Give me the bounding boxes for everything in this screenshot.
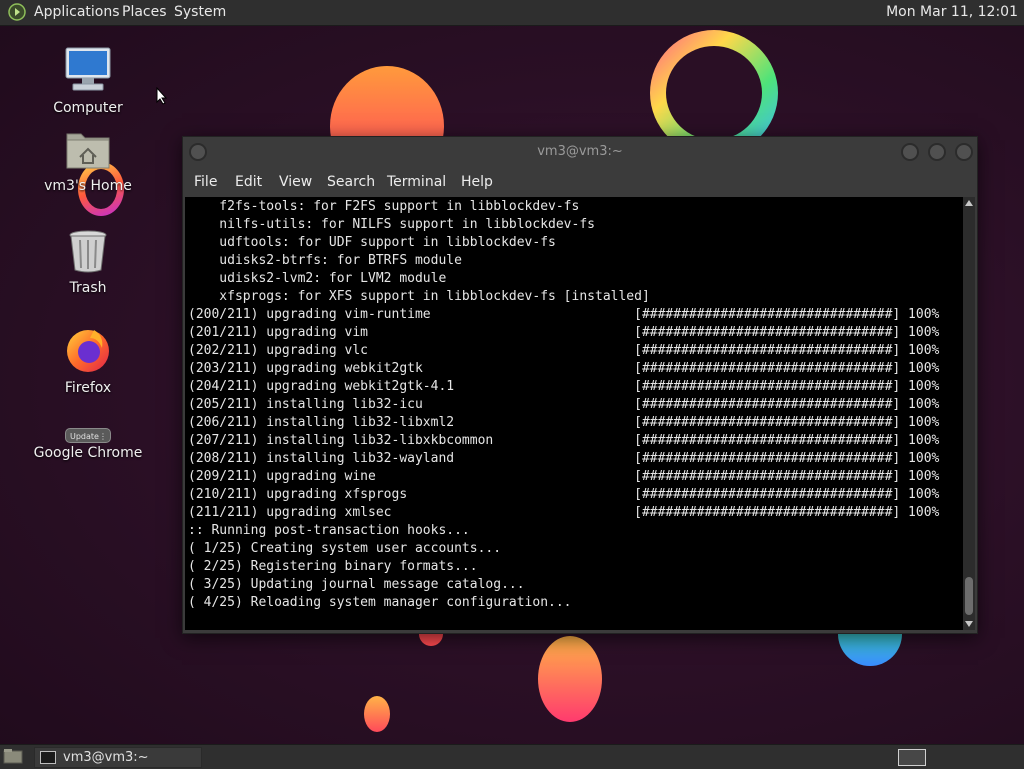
- more-vert-icon: ⋮: [99, 432, 107, 441]
- wallpaper-orange-egg: [538, 636, 602, 722]
- menu-places[interactable]: Places: [122, 4, 167, 20]
- terminal-titlebar[interactable]: vm3@vm3:~: [183, 137, 977, 167]
- scroll-down-icon[interactable]: [965, 621, 973, 627]
- terminal-window[interactable]: vm3@vm3:~ File Edit View Search Terminal…: [182, 136, 978, 634]
- bottom-panel: vm3@vm3:~: [0, 744, 1024, 769]
- menu-view[interactable]: View: [279, 174, 312, 190]
- desktop-icon-home[interactable]: vm3's Home: [33, 128, 143, 194]
- workspace-switcher[interactable]: [898, 749, 926, 766]
- close-button[interactable]: [955, 143, 973, 161]
- menu-file[interactable]: File: [194, 174, 217, 190]
- taskbar-label: vm3@vm3:~: [63, 750, 149, 765]
- window-title: vm3@vm3:~: [537, 144, 623, 159]
- desktop-icon-label: vm3's Home: [44, 178, 132, 194]
- desktop-icon-trash[interactable]: Trash: [33, 228, 143, 296]
- top-panel: Applications Places System Mon Mar 11, 1…: [0, 0, 1024, 26]
- desktop-icon-google-chrome[interactable]: Update ⋮ Google Chrome: [33, 428, 143, 461]
- menu-search[interactable]: Search: [327, 174, 375, 190]
- terminal-icon: [40, 751, 56, 764]
- menu-help[interactable]: Help: [461, 174, 493, 190]
- update-badge: Update ⋮: [65, 428, 111, 443]
- taskbar-terminal-button[interactable]: vm3@vm3:~: [34, 747, 202, 768]
- desktop-icon-computer[interactable]: Computer: [33, 46, 143, 116]
- trash-icon: [69, 230, 107, 273]
- panel-clock[interactable]: Mon Mar 11, 12:01: [886, 4, 1018, 20]
- home-folder-icon: [66, 133, 110, 169]
- terminal-scrollbar[interactable]: [963, 197, 975, 630]
- scroll-up-icon[interactable]: [965, 200, 973, 206]
- terminal-text: f2fs-tools: for F2FS support in libblock…: [188, 199, 940, 610]
- desktop-icon-label: Computer: [53, 100, 123, 116]
- terminal-output[interactable]: f2fs-tools: for F2FS support in libblock…: [185, 197, 963, 630]
- desktop-icon-firefox[interactable]: Firefox: [33, 326, 143, 396]
- desktop-icon-label: Google Chrome: [33, 445, 143, 461]
- mouse-cursor-icon: [156, 87, 168, 105]
- computer-icon: [65, 47, 111, 91]
- desktop-icon-label: Trash: [69, 280, 107, 296]
- mate-logo-icon[interactable]: [8, 3, 26, 21]
- maximize-button[interactable]: [928, 143, 946, 161]
- scrollbar-thumb[interactable]: [965, 577, 973, 615]
- menu-edit[interactable]: Edit: [235, 174, 262, 190]
- wallpaper-small-egg: [364, 696, 390, 732]
- desktop-icon-label: Firefox: [64, 380, 112, 396]
- firefox-icon: [67, 330, 109, 372]
- menu-applications[interactable]: Applications: [34, 4, 120, 20]
- minimize-button[interactable]: [901, 143, 919, 161]
- show-desktop-icon[interactable]: [3, 748, 23, 765]
- menu-terminal[interactable]: Terminal: [387, 174, 446, 190]
- terminal-menubar: File Edit View Search Terminal Help: [183, 171, 977, 195]
- menu-system[interactable]: System: [174, 4, 226, 20]
